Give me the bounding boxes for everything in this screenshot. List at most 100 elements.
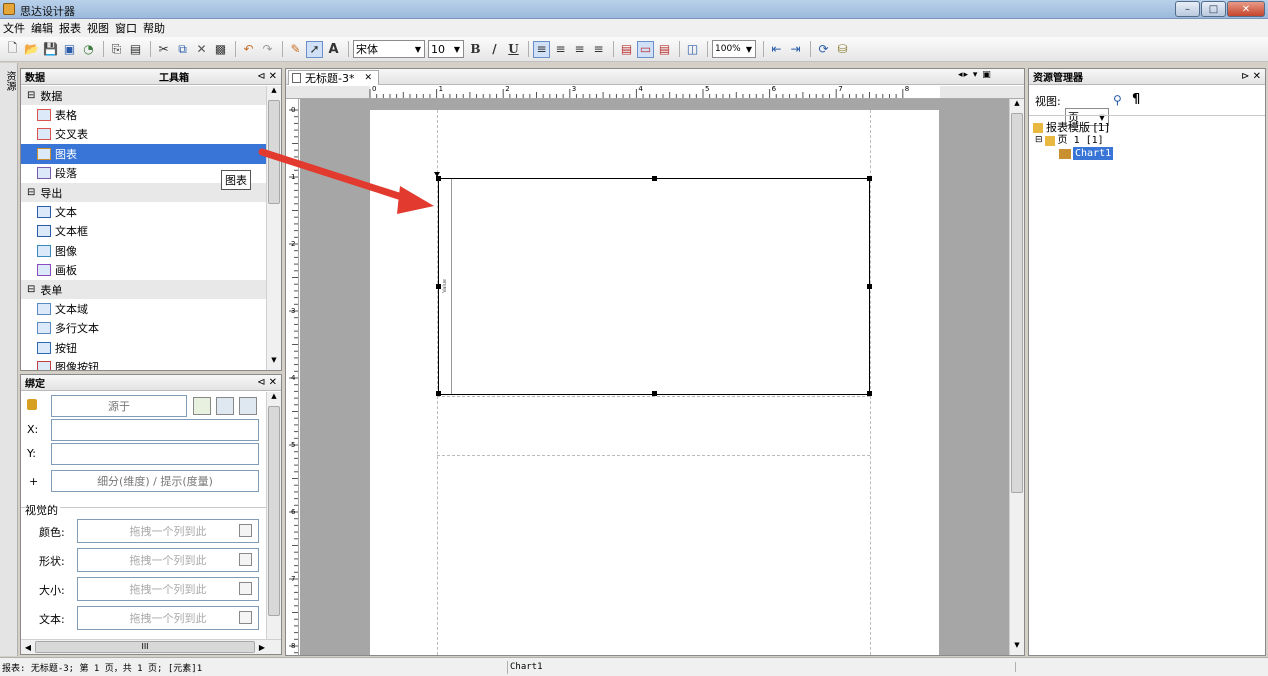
visual-drop-field[interactable]: 拖拽一个列到此 bbox=[77, 548, 259, 572]
underline-button[interactable]: U bbox=[505, 41, 522, 58]
edit-icon[interactable] bbox=[239, 611, 252, 624]
align-left-icon[interactable]: ≡ bbox=[533, 40, 550, 58]
align-center-icon[interactable]: ≡ bbox=[552, 41, 569, 58]
binding-hscrollbar[interactable]: ◀ III ▶ bbox=[21, 639, 281, 654]
menu-file[interactable]: 文件 bbox=[3, 20, 25, 36]
border-icon[interactable]: ▤ bbox=[618, 41, 635, 58]
collapse-icon[interactable]: ⊟ bbox=[1035, 134, 1043, 147]
close-button[interactable]: ✕ bbox=[1227, 1, 1265, 17]
menu-edit[interactable]: 编辑 bbox=[31, 20, 53, 36]
chart-style-icon[interactable] bbox=[216, 397, 234, 415]
zoom-in-icon[interactable]: ⇥ bbox=[787, 41, 804, 58]
italic-button[interactable]: / bbox=[486, 41, 503, 58]
x-axis-field[interactable] bbox=[51, 419, 259, 441]
scroll-up-icon[interactable]: ▲ bbox=[1010, 99, 1024, 113]
menu-view[interactable]: 视图 bbox=[87, 20, 109, 36]
bold-button[interactable]: B bbox=[467, 41, 484, 58]
visual-drop-field[interactable]: 拖拽一个列到此 bbox=[77, 519, 259, 543]
font-family-select[interactable]: 宋体 ▼ bbox=[353, 40, 425, 58]
menu-window[interactable]: 窗口 bbox=[115, 20, 137, 36]
new-icon[interactable]: 🗋 bbox=[4, 41, 21, 58]
detail-field[interactable]: 细分(维度) / 提示(度量) bbox=[51, 470, 259, 492]
resize-handle[interactable] bbox=[652, 176, 657, 181]
visual-drop-field[interactable]: 拖拽一个列到此 bbox=[77, 606, 259, 630]
scroll-down-icon[interactable]: ▼ bbox=[1010, 641, 1024, 655]
hscroll-thumb[interactable]: III bbox=[35, 641, 255, 653]
align-justify-icon[interactable]: ≡ bbox=[590, 41, 607, 58]
font-size-select[interactable]: 10 ▼ bbox=[428, 40, 464, 58]
collapse-icon[interactable]: ⊟ bbox=[27, 187, 35, 198]
side-tab-resources[interactable]: 资源 bbox=[0, 63, 19, 99]
filter-icon[interactable]: ⚲ bbox=[1113, 93, 1122, 107]
pointer-icon[interactable]: ➚ bbox=[306, 40, 323, 58]
tab-toolbox[interactable]: 工具箱 bbox=[159, 69, 189, 84]
scroll-up-icon[interactable]: ▲ bbox=[267, 86, 281, 100]
toolbox-item[interactable]: 文本框 bbox=[21, 222, 266, 242]
align-right-icon[interactable]: ≡ bbox=[571, 41, 588, 58]
doc-tab[interactable]: 无标题-3* ✕ bbox=[288, 70, 380, 85]
toolbox-item[interactable]: 交叉表 bbox=[21, 125, 266, 145]
edit-icon[interactable] bbox=[239, 553, 252, 566]
tree-node-chart[interactable]: Chart1 bbox=[1033, 147, 1114, 160]
export-icon[interactable]: ⎘ bbox=[108, 41, 125, 58]
toolbox-item[interactable]: 文本域 bbox=[21, 299, 266, 319]
scroll-right-icon[interactable]: ▶ bbox=[255, 643, 269, 652]
scroll-thumb[interactable] bbox=[1011, 113, 1023, 493]
chart-properties-icon[interactable] bbox=[239, 397, 257, 415]
toolbox-item[interactable]: 文本 bbox=[21, 202, 266, 222]
y-axis-field[interactable] bbox=[51, 443, 259, 465]
database-icon[interactable]: ⛁ bbox=[834, 41, 851, 58]
toolbox-item[interactable]: 画板 bbox=[21, 261, 266, 281]
document-scrollbar[interactable]: ▲ ▼ bbox=[1009, 99, 1024, 655]
zoom-out-icon[interactable]: ⇤ bbox=[768, 41, 785, 58]
copy-icon[interactable]: ⧉ bbox=[174, 41, 191, 58]
toolbox-scrollbar[interactable]: ▲ ▼ bbox=[266, 86, 281, 370]
binding-scrollbar[interactable]: ▲ bbox=[266, 392, 281, 639]
layout-icon[interactable]: ◫ bbox=[684, 41, 701, 58]
tree-node-template[interactable]: 报表模版 [1] bbox=[1033, 121, 1113, 134]
chart-type-icon[interactable] bbox=[193, 397, 211, 415]
maximize-button[interactable]: □ bbox=[1201, 1, 1226, 17]
page[interactable]: Value bbox=[370, 110, 939, 655]
paragraph-icon[interactable]: ¶ bbox=[1132, 92, 1140, 107]
line-style-icon[interactable]: ▤ bbox=[656, 41, 673, 58]
pin-close-icon[interactable]: ⊲ ✕ bbox=[257, 71, 277, 82]
toolbox-item[interactable]: 多行文本 bbox=[21, 319, 266, 339]
text-tool-icon[interactable]: A bbox=[325, 41, 342, 58]
menu-report[interactable]: 报表 bbox=[59, 20, 81, 36]
pin-close-icon[interactable]: ⊲ ✕ bbox=[257, 377, 277, 388]
toolbox-item[interactable]: 图表 bbox=[21, 144, 266, 164]
print-preview-icon[interactable]: ▤ bbox=[127, 41, 144, 58]
scroll-thumb[interactable] bbox=[268, 406, 280, 616]
scroll-thumb[interactable] bbox=[268, 100, 280, 204]
close-tab-icon[interactable]: ✕ bbox=[364, 73, 372, 83]
zoom-select[interactable]: 100% ▼ bbox=[712, 40, 756, 58]
tree-node-page[interactable]: ⊟ 页 1 [1] bbox=[1033, 134, 1113, 147]
scroll-up-icon[interactable]: ▲ bbox=[267, 392, 281, 406]
tab-nav-icon[interactable]: ◂▸ ▾ ▣ bbox=[958, 70, 992, 80]
visual-drop-field[interactable]: 拖拽一个列到此 bbox=[77, 577, 259, 601]
save-all-icon[interactable]: ▣ bbox=[61, 41, 78, 58]
scroll-down-icon[interactable]: ▼ bbox=[267, 356, 281, 370]
undo-icon[interactable]: ↶ bbox=[240, 41, 257, 58]
preview-icon[interactable]: ◔ bbox=[80, 41, 97, 58]
toolbox-group[interactable]: ⊟ 数据 bbox=[21, 86, 266, 105]
toolbox-item[interactable]: 表格 bbox=[21, 105, 266, 125]
collapse-icon[interactable]: ⊟ bbox=[27, 284, 35, 295]
resize-handle[interactable] bbox=[867, 176, 872, 181]
format-painter-icon[interactable]: ✎ bbox=[287, 41, 304, 58]
cut-icon[interactable]: ✂ bbox=[155, 41, 172, 58]
collapse-icon[interactable]: ⊟ bbox=[27, 90, 35, 101]
fill-color-icon[interactable]: ▭ bbox=[637, 40, 654, 58]
save-icon[interactable]: 💾 bbox=[42, 41, 59, 58]
edit-icon[interactable] bbox=[239, 582, 252, 595]
resize-handle[interactable] bbox=[436, 391, 441, 396]
open-icon[interactable]: 📂 bbox=[23, 41, 40, 58]
resize-handle[interactable] bbox=[867, 391, 872, 396]
minimize-button[interactable]: – bbox=[1175, 1, 1200, 17]
delete-icon[interactable]: ✕ bbox=[193, 41, 210, 58]
tab-data[interactable]: 数据 bbox=[25, 69, 45, 84]
menu-help[interactable]: 帮助 bbox=[143, 20, 165, 36]
toolbox-item[interactable]: 按钮 bbox=[21, 338, 266, 358]
resize-handle[interactable] bbox=[652, 391, 657, 396]
